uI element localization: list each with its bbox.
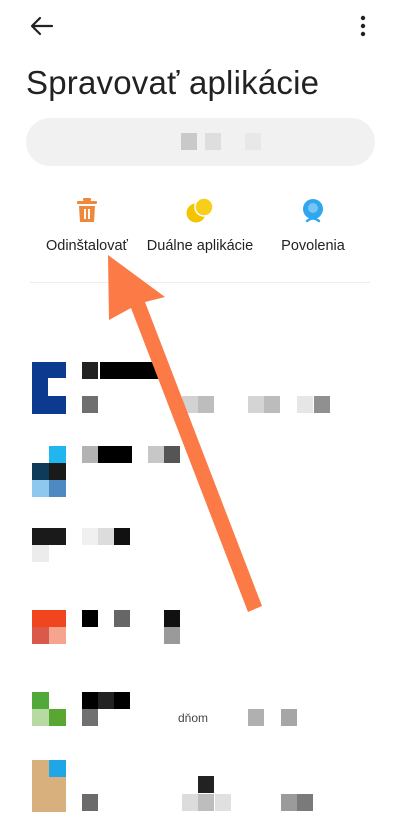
- app-info-redacted: [82, 692, 362, 752]
- app-icon: [32, 610, 66, 644]
- dual-apps-icon: [186, 197, 214, 223]
- divider: [30, 282, 370, 283]
- app-icon: [32, 692, 66, 726]
- trash-icon: [77, 198, 97, 222]
- app-icon: [32, 760, 66, 812]
- uninstall-button[interactable]: Odinštalovať: [27, 196, 147, 286]
- app-info-redacted: [82, 528, 362, 588]
- dual-apps-label: Duálne aplikácie: [146, 238, 254, 254]
- list-item[interactable]: [26, 528, 376, 590]
- uninstall-label: Odinštalovať: [45, 238, 128, 254]
- list-item[interactable]: [26, 362, 376, 424]
- app-icon: [32, 528, 66, 562]
- search-icon: [181, 133, 197, 150]
- app-icon: [32, 446, 66, 498]
- app-partial-text: dňom: [178, 711, 209, 725]
- more-vertical-icon: [360, 15, 366, 37]
- more-options-button[interactable]: [346, 10, 378, 42]
- permissions-button[interactable]: Povolenia: [253, 196, 373, 286]
- list-item[interactable]: dňom: [26, 692, 376, 754]
- permissions-icon: [303, 199, 323, 223]
- list-item[interactable]: [26, 446, 376, 508]
- search-input[interactable]: [26, 118, 375, 166]
- page-title: Spravovať aplikácie: [26, 64, 320, 101]
- app-info-redacted: [82, 610, 362, 670]
- arrow-left-icon: [30, 16, 54, 36]
- dual-apps-button[interactable]: Duálne aplikácie: [140, 196, 260, 286]
- app-info-redacted: [82, 760, 362, 820]
- search-placeholder-blur: [205, 133, 221, 150]
- back-button[interactable]: [22, 10, 62, 42]
- list-item[interactable]: [26, 610, 376, 672]
- permissions-label: Povolenia: [281, 238, 345, 254]
- app-info-redacted: [82, 446, 362, 506]
- search-placeholder-blur: [245, 133, 261, 150]
- app-icon: [32, 362, 66, 414]
- list-item[interactable]: [26, 760, 376, 822]
- app-info-redacted: [82, 362, 362, 422]
